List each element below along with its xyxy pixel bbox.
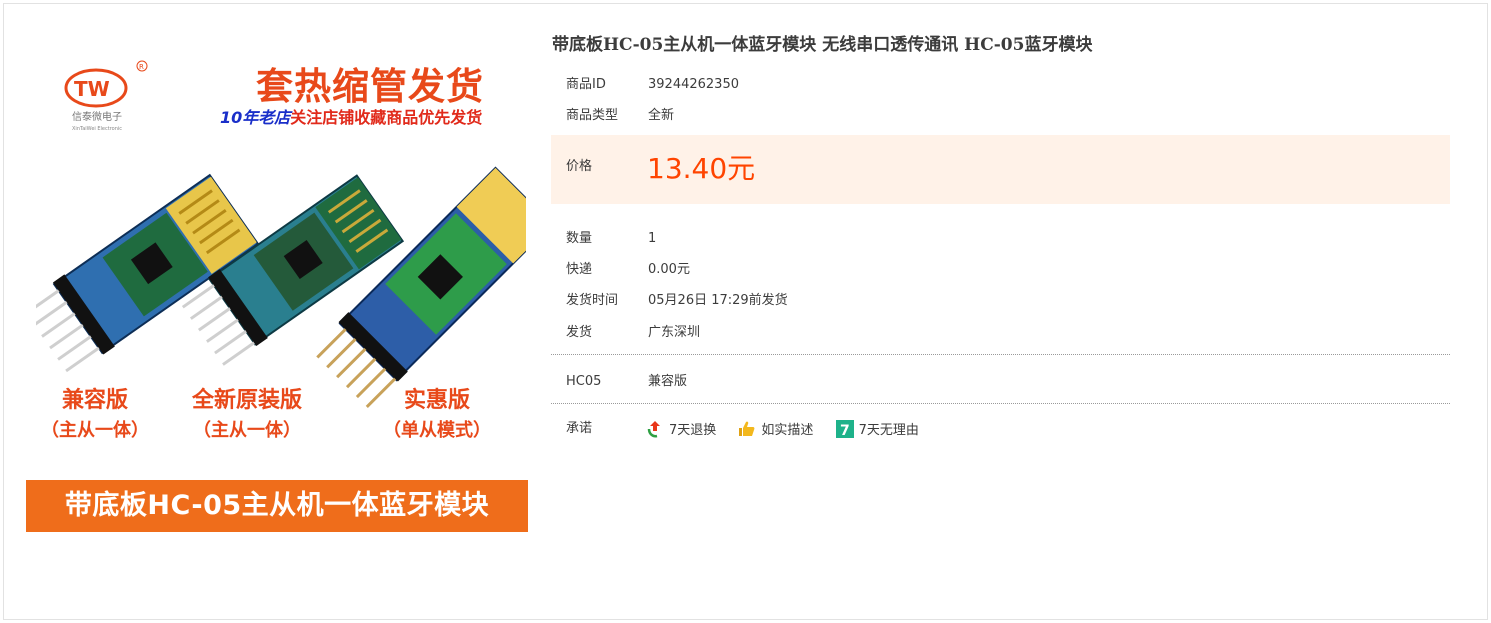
caption-original: 全新原装版 （主从一体） bbox=[172, 386, 322, 446]
origin-label: 发货 bbox=[566, 325, 593, 340]
promise-list: 7天退换 如实描述 7 7天无理由 bbox=[646, 419, 937, 441]
logo-text: TW bbox=[74, 77, 110, 101]
svg-text:7: 7 bbox=[840, 423, 850, 438]
ship-time-value: 05月26日 17:29前发货 bbox=[648, 293, 788, 308]
promise-return-label: 7天退换 bbox=[669, 423, 717, 438]
promise-describe[interactable]: 如实描述 bbox=[738, 419, 813, 438]
shop-logo: TW R 信泰微电子 XinTaiWei Electronic bbox=[64, 60, 148, 132]
origin-value: 广东深圳 bbox=[648, 325, 701, 340]
shipping-label: 快递 bbox=[566, 262, 593, 277]
caption-original-small: （主从一体） bbox=[193, 420, 301, 441]
svg-text:R: R bbox=[139, 63, 144, 71]
item-id-value: 39244262350 bbox=[648, 77, 739, 92]
quantity-value: 1 bbox=[648, 231, 657, 246]
price-value: 13.40元 bbox=[647, 152, 756, 185]
product-image[interactable]: TW R 信泰微电子 XinTaiWei Electronic 套热缩管发货 1… bbox=[26, 48, 528, 532]
price-label: 价格 bbox=[566, 159, 593, 174]
product-title[interactable]: 带底板HC-05主从机一体蓝牙模块 无线串口透传通讯 HC-05蓝牙模块 bbox=[552, 30, 1092, 55]
promise-return[interactable]: 7天退换 bbox=[646, 419, 716, 438]
bluetooth-modules-illustration bbox=[36, 166, 526, 408]
thumb-icon bbox=[739, 421, 755, 436]
caption-budget-big: 实惠版 bbox=[403, 388, 470, 413]
promise-describe-label: 如实描述 bbox=[761, 423, 814, 438]
promo-sub-red: 关注店铺收藏商品优先发货 bbox=[290, 108, 483, 127]
variant-label: HC05 bbox=[566, 374, 602, 389]
caption-budget: 实惠版 （单从模式） bbox=[372, 386, 502, 446]
divider bbox=[551, 354, 1450, 355]
divider bbox=[551, 403, 1450, 404]
promo-title: 套热缩管发货 bbox=[256, 65, 484, 108]
caption-compatible: 兼容版 （主从一体） bbox=[40, 386, 150, 446]
version-captions: 兼容版 （主从一体） 全新原装版 （主从一体） 实惠版 （单从模式） bbox=[26, 386, 528, 458]
price-box: 价格 13.40元 bbox=[551, 135, 1450, 204]
quantity-label: 数量 bbox=[566, 231, 593, 246]
caption-compatible-small: （主从一体） bbox=[41, 420, 149, 441]
promise-seven-day-label: 7天无理由 bbox=[858, 423, 919, 438]
product-banner: 带底板HC-05主从机一体蓝牙模块 bbox=[26, 480, 528, 532]
caption-compatible-big: 兼容版 bbox=[61, 388, 128, 413]
logo-en: XinTaiWei Electronic bbox=[72, 126, 122, 132]
item-type-value: 全新 bbox=[648, 108, 675, 123]
promise-seven-day[interactable]: 7 7天无理由 bbox=[835, 419, 919, 438]
item-type-label: 商品类型 bbox=[566, 108, 619, 123]
seven-day-icon: 7 bbox=[835, 419, 854, 438]
promise-label: 承诺 bbox=[566, 421, 593, 436]
promo-subtitle: 10年老店关注店铺收藏商品优先发货 bbox=[220, 104, 482, 128]
return-icon bbox=[647, 420, 660, 437]
logo-cn: 信泰微电子 bbox=[72, 110, 122, 123]
promo-sub-blue: 10年老店 bbox=[220, 108, 291, 127]
shipping-value: 0.00元 bbox=[648, 262, 690, 277]
ship-time-label: 发货时间 bbox=[566, 293, 619, 308]
item-id-label: 商品ID bbox=[566, 77, 606, 92]
variant-value[interactable]: 兼容版 bbox=[648, 373, 687, 391]
caption-original-big: 全新原装版 bbox=[191, 388, 302, 413]
caption-budget-small: （单从模式） bbox=[383, 420, 491, 441]
